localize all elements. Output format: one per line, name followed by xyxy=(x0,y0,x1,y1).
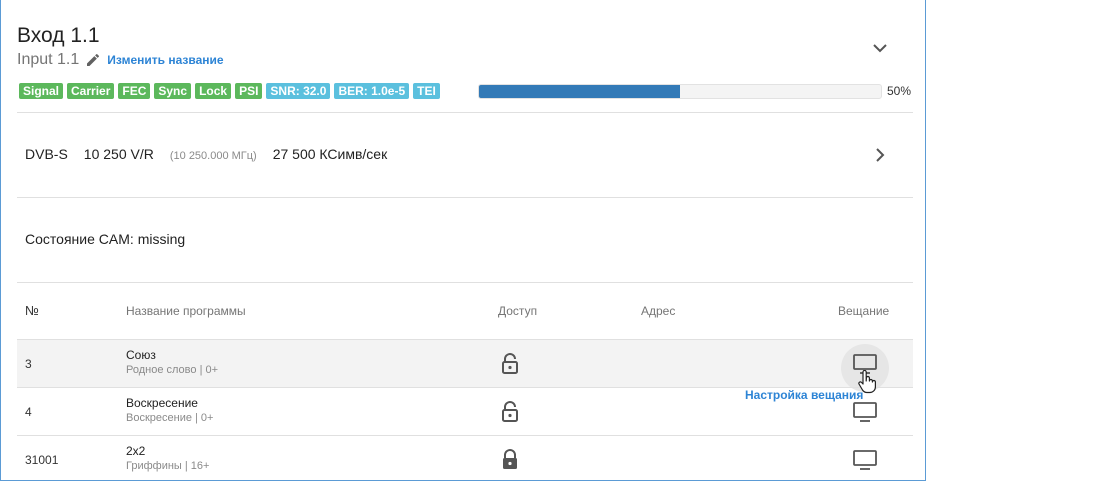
chevron-down-icon[interactable] xyxy=(871,40,889,56)
dvb-standard: DVB-S xyxy=(25,146,68,162)
program-provider: Гриффины | 16+ xyxy=(126,460,210,472)
header-number: № xyxy=(25,303,39,318)
program-name: 2x2 xyxy=(126,444,146,458)
program-info: Союз Родное слово | 0+ xyxy=(126,348,218,376)
rename-link[interactable]: Изменить название xyxy=(107,53,223,67)
page-title: Вход 1.1 xyxy=(17,24,100,47)
header-broadcast: Вещание xyxy=(838,304,890,318)
signal-progress-bar xyxy=(478,84,882,99)
program-name: Воскресение xyxy=(126,396,198,410)
tuning-row[interactable]: DVB-S 10 250 V/R (10 250.000 МГц) 27 500… xyxy=(25,146,387,162)
header-program-name: Название программы xyxy=(126,304,246,318)
badge-sync: Sync xyxy=(154,83,192,99)
program-provider: Родное слово | 0+ xyxy=(126,364,219,376)
badge-lock: Lock xyxy=(195,83,232,99)
subtitle-row: Input 1.1 Изменить название xyxy=(17,51,224,69)
badge-tei: TEI xyxy=(413,83,440,99)
program-provider: Воскресение | 0+ xyxy=(126,412,214,424)
lock-open-icon xyxy=(502,401,518,422)
input-subtitle: Input 1.1 xyxy=(17,51,80,68)
monitor-icon[interactable] xyxy=(853,450,877,470)
cam-label: Состояние CAM: xyxy=(25,231,134,247)
monitor-icon[interactable] xyxy=(853,402,877,422)
program-info: Воскресение Воскресение | 0+ xyxy=(126,396,213,424)
broadcast-settings-tooltip: Настройка вещания xyxy=(745,388,864,402)
dvb-frequency: 10 250 V/R xyxy=(83,146,154,162)
program-number: 4 xyxy=(25,405,32,419)
signal-progress-fill xyxy=(479,85,680,98)
badge-carrier: Carrier xyxy=(67,83,115,99)
lock-open-icon xyxy=(502,353,518,374)
badge-ber: BER: 1.0e-5 xyxy=(334,83,410,99)
cam-value: missing xyxy=(137,231,186,247)
program-name: Союз xyxy=(126,348,156,362)
divider xyxy=(17,197,913,198)
cam-status: Состояние CAM: missing xyxy=(25,231,185,247)
dvb-symbol-rate: 27 500 КСимв/сек xyxy=(272,146,388,162)
program-info: 2x2 Гриффины | 16+ xyxy=(126,444,209,472)
program-number: 3 xyxy=(25,357,32,371)
pencil-icon[interactable] xyxy=(85,52,101,68)
divider xyxy=(17,112,913,113)
badge-psi: PSI xyxy=(235,83,263,99)
badge-fec: FEC xyxy=(118,83,151,99)
chevron-right-icon[interactable] xyxy=(873,147,887,163)
badge-snr: SNR: 32.0 xyxy=(266,83,331,99)
input-panel: Вход 1.1 Input 1.1 Изменить название Sig… xyxy=(0,0,926,481)
dvb-frequency-mhz: (10 250.000 МГц) xyxy=(169,150,257,162)
status-badges: Signal Carrier FEC Sync Lock PSI SNR: 32… xyxy=(19,83,444,99)
table-row[interactable]: 31001 2x2 Гриффины | 16+ xyxy=(17,435,913,480)
header-access: Доступ xyxy=(498,304,538,318)
signal-progress-text: 50% xyxy=(887,84,912,98)
table-header: № Название программы Доступ Адрес Вещани… xyxy=(17,283,913,339)
badge-signal: Signal xyxy=(19,83,64,99)
header-address: Адрес xyxy=(641,304,676,318)
lock-icon xyxy=(503,449,517,469)
monitor-icon[interactable] xyxy=(853,354,877,374)
program-number: 31001 xyxy=(25,453,59,467)
table-row[interactable]: 3 Союз Родное слово | 0+ xyxy=(17,339,913,392)
